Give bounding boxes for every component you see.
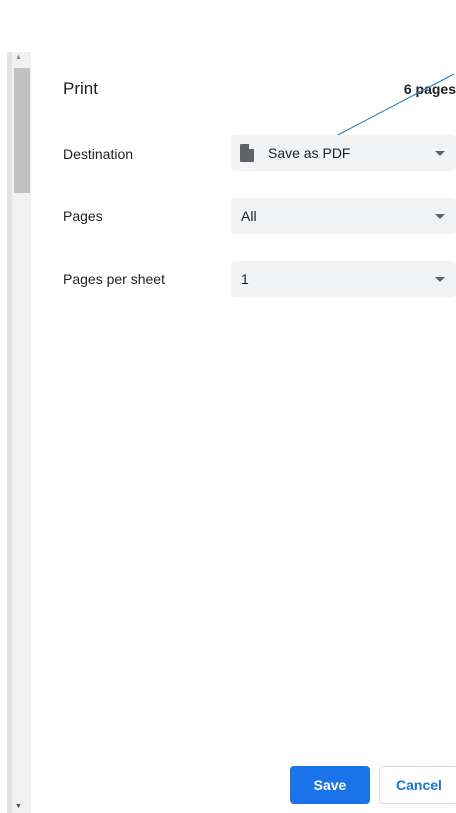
pages-select[interactable]: All [231, 198, 456, 234]
pages-per-sheet-select[interactable]: 1 [231, 261, 456, 297]
dialog-title: Print [63, 79, 98, 98]
cancel-button[interactable]: Cancel [379, 766, 456, 804]
background-document-strip: · · · · · · · · · · · · · · · · · · · · [0, 0, 456, 14]
scrollbar-edge [7, 52, 12, 813]
pages-label: Pages [63, 208, 103, 224]
destination-value: Save as PDF [268, 145, 351, 161]
document-icon [240, 144, 254, 162]
pages-per-sheet-label: Pages per sheet [63, 271, 165, 287]
scroll-down-arrow-icon[interactable]: ▼ [15, 803, 22, 811]
save-button[interactable]: Save [290, 766, 370, 804]
destination-select[interactable]: Save as PDF [231, 135, 456, 171]
chevron-down-icon [435, 151, 445, 156]
pages-per-sheet-value: 1 [241, 271, 249, 287]
annotation-line [333, 73, 455, 138]
chevron-down-icon [435, 277, 445, 282]
background-text: · · · · · · · · · · · · · · · · · · · · [0, 0, 356, 11]
chevron-down-icon [435, 214, 445, 219]
scrollbar-thumb[interactable] [14, 68, 30, 193]
destination-label: Destination [63, 146, 134, 162]
page-count: 6 pages [403, 81, 456, 97]
print-dialog-screen: · · · · · · · · · · · · · · · · · · · · … [0, 0, 456, 813]
pages-value: All [241, 208, 257, 224]
scroll-up-arrow-icon[interactable]: ▲ [15, 54, 22, 62]
